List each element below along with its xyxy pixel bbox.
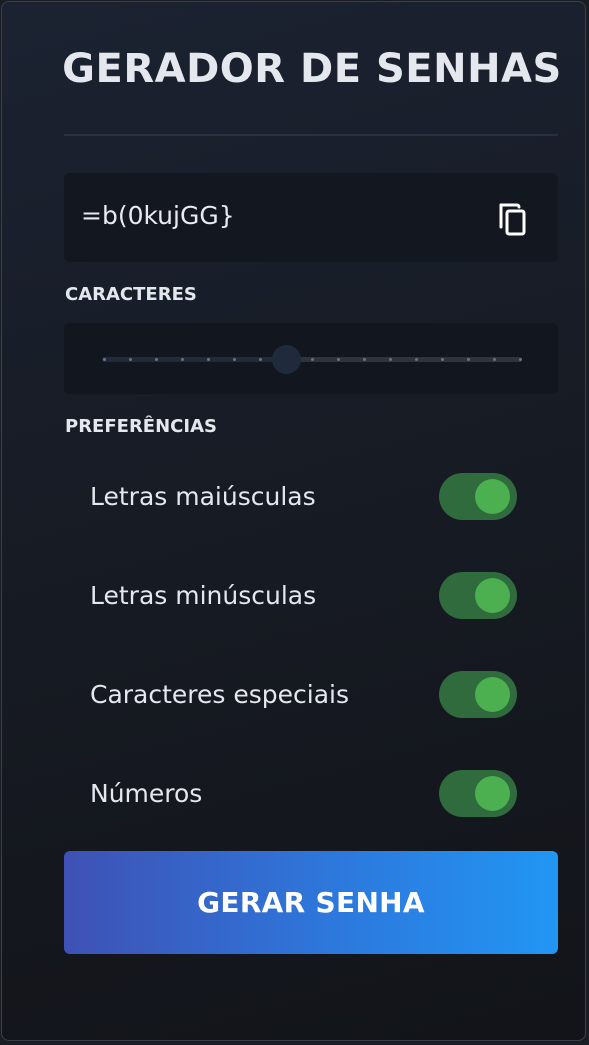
slider-step-dot — [389, 358, 392, 361]
slider-step-dot — [181, 358, 184, 361]
slider-step-dot — [311, 358, 314, 361]
preference-label: Letras minúsculas — [90, 581, 317, 610]
slider-step-dot — [493, 358, 496, 361]
preference-label: Números — [90, 779, 203, 808]
slider-step-dot — [129, 358, 132, 361]
slider-step-dot — [415, 358, 418, 361]
slider-step-dot — [363, 358, 366, 361]
slider-step-dot — [103, 358, 106, 361]
copy-icon[interactable] — [497, 201, 531, 237]
preference-label: Letras maiúsculas — [90, 482, 316, 511]
preference-special-characters: Caracteres especiais — [64, 668, 558, 728]
preference-uppercase: Letras maiúsculas — [64, 470, 558, 530]
lowercase-toggle[interactable] — [439, 572, 517, 619]
toggle-knob — [475, 677, 510, 712]
toggle-knob — [475, 776, 510, 811]
password-generator-card: GERADOR DE SENHAS =b(0kujGG} CARACTERES … — [1, 1, 586, 1041]
slider-step-dot — [519, 358, 522, 361]
length-slider-thumb[interactable] — [271, 345, 301, 374]
page-title: GERADOR DE SENHAS — [62, 46, 562, 92]
toggle-knob — [475, 578, 510, 613]
length-slider-container — [64, 323, 558, 394]
special-characters-toggle[interactable] — [439, 671, 517, 718]
characters-label: CARACTERES — [65, 284, 197, 305]
slider-step-dot — [441, 358, 444, 361]
preferences-label: PREFERÊNCIAS — [65, 416, 217, 437]
numbers-toggle[interactable] — [439, 770, 517, 817]
password-value: =b(0kujGG} — [81, 201, 235, 230]
password-display: =b(0kujGG} — [64, 173, 558, 262]
slider-step-dot — [207, 358, 210, 361]
length-slider-track[interactable] — [102, 345, 522, 374]
title-divider — [64, 134, 558, 136]
preference-lowercase: Letras minúsculas — [64, 569, 558, 629]
slider-step-dot — [467, 358, 470, 361]
generate-password-button[interactable]: GERAR SENHA — [64, 851, 558, 954]
slider-step-dot — [155, 358, 158, 361]
preference-numbers: Números — [64, 767, 558, 827]
uppercase-toggle[interactable] — [439, 473, 517, 520]
slider-step-dot — [233, 358, 236, 361]
slider-step-dot — [259, 358, 262, 361]
toggle-knob — [475, 479, 510, 514]
slider-step-dot — [337, 358, 340, 361]
preference-label: Caracteres especiais — [90, 680, 350, 709]
